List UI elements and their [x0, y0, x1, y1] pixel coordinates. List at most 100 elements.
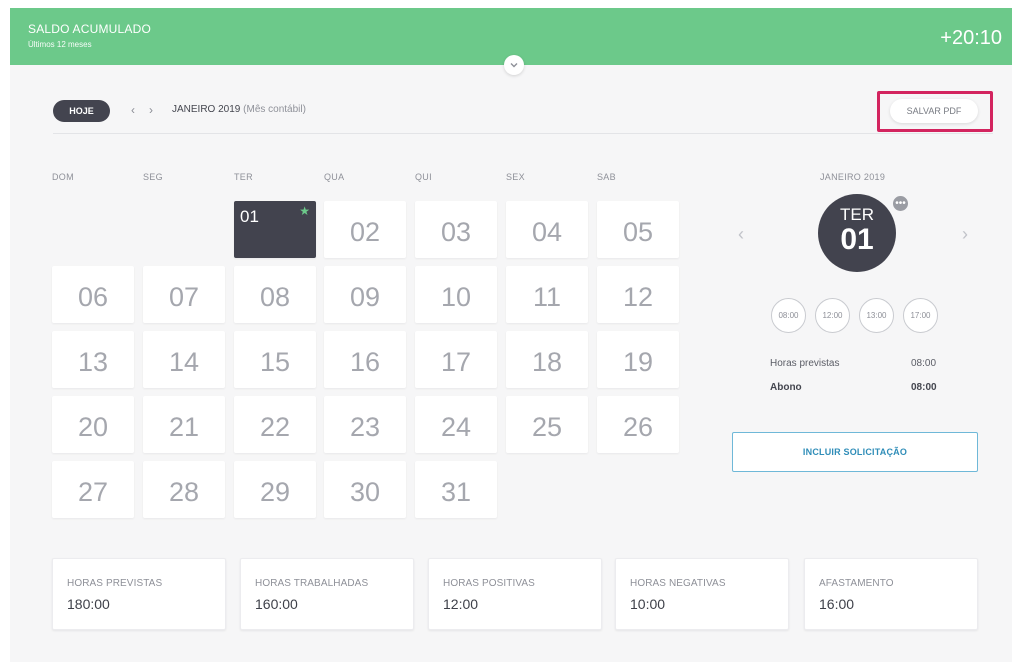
- expand-header-button[interactable]: [504, 55, 524, 75]
- day-number: 30: [349, 477, 381, 507]
- calendar-day[interactable]: 11: [506, 266, 588, 323]
- calendar-day[interactable]: 20: [52, 396, 134, 453]
- day-number: 10: [440, 282, 472, 312]
- summary-card-label: HORAS NEGATIVAS: [630, 578, 726, 589]
- day-number: 27: [77, 477, 109, 507]
- calendar-day[interactable]: 31: [415, 461, 497, 518]
- day-number: 26: [622, 412, 654, 442]
- weekday-label: TER: [234, 172, 253, 182]
- calendar-day[interactable]: 04: [506, 201, 588, 258]
- time-entry-chip[interactable]: 17:00: [903, 298, 938, 333]
- selected-day-badge: TER 01: [818, 194, 896, 272]
- calendar-day[interactable]: 22: [234, 396, 316, 453]
- calendar-day[interactable]: 19: [597, 331, 679, 388]
- selected-weekday: TER: [840, 205, 874, 224]
- day-number: 19: [622, 347, 654, 377]
- summary-card-value: 10:00: [630, 596, 666, 612]
- day-number: 03: [440, 217, 472, 247]
- calendar-day[interactable]: 29: [234, 461, 316, 518]
- star-icon: ★: [299, 204, 310, 218]
- calendar-day[interactable]: 10: [415, 266, 497, 323]
- summary-card: HORAS NEGATIVAS 10:00: [615, 558, 789, 630]
- detail-month: JANEIRO 2019: [820, 172, 886, 182]
- header-subtitle: Últimos 12 meses: [28, 40, 92, 49]
- calendar-day[interactable]: 27: [52, 461, 134, 518]
- day-number: 16: [349, 347, 381, 377]
- calendar-day[interactable]: 05: [597, 201, 679, 258]
- chevron-down-icon: [510, 63, 518, 68]
- day-number: 13: [77, 347, 109, 377]
- calendar-day[interactable]: 25: [506, 396, 588, 453]
- next-day-icon[interactable]: ›: [962, 224, 968, 245]
- toolbar-divider: [53, 133, 993, 134]
- weekday-label: DOM: [52, 172, 74, 182]
- calendar-day[interactable]: 03: [415, 201, 497, 258]
- calendar-day[interactable]: 02: [324, 201, 406, 258]
- more-options-icon[interactable]: •••: [891, 194, 910, 213]
- weekday-label: SEX: [506, 172, 525, 182]
- summary-card-label: HORAS TRABALHADAS: [255, 578, 369, 589]
- planned-hours-value: 08:00: [911, 358, 937, 369]
- weekday-label: SEG: [143, 172, 163, 182]
- selected-day-number: 01: [840, 223, 874, 256]
- calendar-day[interactable]: 24: [415, 396, 497, 453]
- accumulated-balance-header[interactable]: SALDO ACUMULADO Últimos 12 meses +20:10: [10, 8, 1012, 75]
- calendar-day[interactable]: 09: [324, 266, 406, 323]
- day-number: 31: [440, 477, 472, 507]
- today-button[interactable]: HOJE: [53, 100, 110, 122]
- month-note: (Mês contábil): [243, 104, 306, 115]
- calendar-day[interactable]: 26: [597, 396, 679, 453]
- calendar-day[interactable]: 30: [324, 461, 406, 518]
- day-number: 07: [168, 282, 200, 312]
- summary-card-value: 180:00: [67, 596, 110, 612]
- summary-card-label: AFASTAMENTO: [819, 578, 894, 589]
- summary-card-label: HORAS PREVISTAS: [67, 578, 163, 589]
- day-number: 15: [259, 347, 291, 377]
- calendar-day[interactable]: 17: [415, 331, 497, 388]
- allowance-value: 08:00: [911, 382, 937, 393]
- calendar-day[interactable]: 14: [143, 331, 225, 388]
- time-entry-chip[interactable]: 08:00: [771, 298, 806, 333]
- day-number: 02: [349, 217, 381, 247]
- calendar-day[interactable]: 16: [324, 331, 406, 388]
- current-month-label: JANEIRO 2019 (Mês contábil): [172, 104, 306, 115]
- calendar-day[interactable]: 18: [506, 331, 588, 388]
- summary-card-value: 16:00: [819, 596, 855, 612]
- calendar-day[interactable]: 08: [234, 266, 316, 323]
- day-number: 11: [532, 282, 562, 312]
- day-number: 20: [77, 412, 109, 442]
- prev-day-icon[interactable]: ‹: [738, 224, 744, 245]
- time-entry-chip[interactable]: 13:00: [859, 298, 894, 333]
- app-frame: SALDO ACUMULADO Últimos 12 meses +20:10 …: [10, 8, 1012, 662]
- summary-card: HORAS POSITIVAS 12:00: [428, 558, 602, 630]
- calendar-day[interactable]: 28: [143, 461, 225, 518]
- day-number: 01: [240, 207, 259, 226]
- weekday-label: SAB: [597, 172, 616, 182]
- next-month-icon[interactable]: ›: [149, 103, 153, 117]
- time-entry-chip[interactable]: 12:00: [815, 298, 850, 333]
- calendar-day-selected[interactable]: 01 ★: [234, 201, 316, 258]
- day-number: 14: [168, 347, 200, 377]
- calendar-day[interactable]: 06: [52, 266, 134, 323]
- calendar-day[interactable]: 07: [143, 266, 225, 323]
- weekday-label: QUI: [415, 172, 432, 182]
- calendar-day[interactable]: 21: [143, 396, 225, 453]
- calendar-day[interactable]: 12: [597, 266, 679, 323]
- summary-card-value: 160:00: [255, 596, 298, 612]
- day-number: 28: [168, 477, 200, 507]
- summary-card: AFASTAMENTO 16:00: [804, 558, 978, 630]
- day-number: 23: [349, 412, 381, 442]
- day-number: 12: [622, 282, 654, 312]
- day-number: 04: [531, 217, 563, 247]
- add-request-button[interactable]: INCLUIR SOLICITAÇÃO: [732, 432, 978, 472]
- calendar-day[interactable]: 13: [52, 331, 134, 388]
- weekday-label: QUA: [324, 172, 345, 182]
- day-number: 24: [440, 412, 472, 442]
- calendar-day[interactable]: 23: [324, 396, 406, 453]
- day-number: 17: [440, 347, 472, 377]
- prev-month-icon[interactable]: ‹: [131, 103, 135, 117]
- summary-card: HORAS PREVISTAS 180:00: [52, 558, 226, 630]
- calendar-day[interactable]: 15: [234, 331, 316, 388]
- save-pdf-button[interactable]: SALVAR PDF: [890, 99, 978, 123]
- day-number: 25: [531, 412, 563, 442]
